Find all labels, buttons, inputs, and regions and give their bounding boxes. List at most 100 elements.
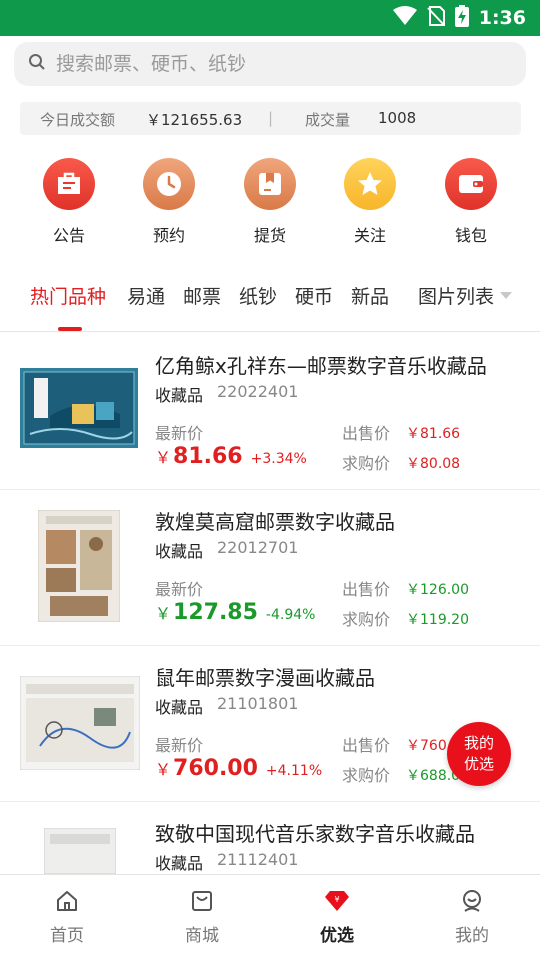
profile-icon <box>432 889 512 913</box>
search-bar[interactable] <box>14 42 526 86</box>
yen-symbol: ￥ <box>155 448 172 467</box>
product-item[interactable]: 致敬中国现代音乐家数字音乐收藏品 收藏品 21112401 <box>0 802 540 874</box>
latest-price-value: 81.66 <box>173 444 243 469</box>
buy-price: ￥119.20 <box>406 612 469 628</box>
quick-action-label: 预约 <box>152 226 185 245</box>
quick-action-label: 公告 <box>52 226 85 245</box>
view-toggle-dropdown[interactable]: 图片列表 <box>418 282 513 309</box>
star-icon <box>344 158 396 210</box>
tab-hot[interactable]: 热门品种 <box>30 282 106 309</box>
floating-button-line1: 我的 <box>463 734 494 752</box>
status-icons: 1:36 <box>392 5 526 31</box>
pickup-box-icon <box>244 158 296 210</box>
product-category: 收藏品 <box>155 542 204 561</box>
view-toggle-label: 图片列表 <box>418 286 495 308</box>
nav-label: 我的 <box>455 926 489 946</box>
latest-price-value: 760.00 <box>173 756 258 781</box>
stats-divider: | <box>268 109 274 127</box>
product-title: 敦煌莫高窟邮票数字收藏品 <box>155 510 395 534</box>
quick-action-wallet[interactable]: 钱包 <box>441 158 501 246</box>
quick-action-announcement[interactable]: 公告 <box>39 158 99 246</box>
wifi-icon <box>392 6 417 30</box>
tab-active-indicator <box>58 327 82 331</box>
shop-bag-icon <box>162 889 242 913</box>
latest-price: ￥ 760.00 +4.11% <box>155 756 322 781</box>
price-change: +4.11% <box>265 763 323 779</box>
market-stats-bar: 今日成交额 ￥121655.63 | 成交量 1008 <box>20 102 521 135</box>
buy-price-label: 求购价 <box>342 610 391 629</box>
buy-price-label: 求购价 <box>342 766 391 785</box>
category-tabs: 热门品种 易通 邮票 纸钞 硬币 新品 图片列表 <box>0 268 540 332</box>
latest-price-label: 最新价 <box>155 424 204 443</box>
tab-yitong[interactable]: 易通 <box>127 282 165 309</box>
nav-home[interactable]: 首页 <box>27 889 107 946</box>
tab-new[interactable]: 新品 <box>351 282 389 309</box>
yen-symbol: ￥ <box>155 760 172 779</box>
quick-action-label: 提货 <box>253 226 286 245</box>
nav-label: 商城 <box>185 926 219 946</box>
quick-action-reservation[interactable]: 预约 <box>139 158 199 246</box>
nav-label: 首页 <box>50 926 84 946</box>
product-category: 收藏品 <box>155 854 204 873</box>
product-title: 致敬中国现代音乐家数字音乐收藏品 <box>155 822 475 846</box>
product-title: 亿角鲸x孔祥东—邮票数字音乐收藏品 <box>155 354 487 378</box>
sell-price: ￥81.66 <box>406 426 461 442</box>
search-input[interactable] <box>56 53 496 75</box>
home-icon <box>27 889 107 913</box>
volume-value: 1008 <box>378 109 417 127</box>
product-thumbnail <box>20 368 138 448</box>
nav-profile[interactable]: 我的 <box>432 889 512 946</box>
svg-text:¥: ¥ <box>334 895 339 904</box>
quick-action-label: 钱包 <box>454 226 487 245</box>
floating-button-line2: 优选 <box>463 755 494 773</box>
quick-action-label: 关注 <box>353 226 386 245</box>
nav-shop[interactable]: 商城 <box>162 889 242 946</box>
tab-banknotes[interactable]: 纸钞 <box>239 282 277 309</box>
turnover-label: 今日成交额 <box>40 111 116 129</box>
latest-price-value: 127.85 <box>173 600 258 625</box>
latest-price: ￥ 127.85 -4.94% <box>155 600 315 625</box>
product-category: 收藏品 <box>155 698 204 717</box>
quick-action-follow[interactable]: 关注 <box>340 158 400 246</box>
sell-price-label: 出售价 <box>342 736 391 755</box>
product-category: 收藏品 <box>155 386 204 405</box>
product-thumbnail <box>38 510 120 622</box>
my-selection-floating-button[interactable]: 我的 优选 <box>447 722 511 786</box>
status-time: 1:36 <box>478 7 526 29</box>
latest-price-label: 最新价 <box>155 580 204 599</box>
announcement-icon <box>43 158 95 210</box>
product-thumbnail <box>44 828 116 874</box>
product-title: 鼠年邮票数字漫画收藏品 <box>155 666 375 690</box>
tab-coins[interactable]: 硬币 <box>295 282 333 309</box>
product-code: 21112401 <box>217 850 299 869</box>
sell-price-label: 出售价 <box>342 580 391 599</box>
quick-action-pickup[interactable]: 提货 <box>240 158 300 246</box>
latest-price: ￥ 81.66 +3.34% <box>155 444 307 469</box>
volume-label: 成交量 <box>305 111 351 129</box>
product-code: 22022401 <box>217 382 299 401</box>
chevron-down-icon <box>500 292 513 299</box>
clock-icon <box>143 158 195 210</box>
sell-price: ￥126.00 <box>406 582 469 598</box>
price-change: +3.34% <box>250 451 307 467</box>
no-sim-icon <box>427 6 445 30</box>
price-change: -4.94% <box>265 607 316 623</box>
battery-charging-icon <box>454 5 469 31</box>
nav-featured[interactable]: ¥ 优选 <box>297 889 377 946</box>
product-item[interactable]: 亿角鲸x孔祥东—邮票数字音乐收藏品 收藏品 22022401 最新价 ￥ 81.… <box>0 334 540 490</box>
search-icon <box>28 53 46 75</box>
turnover-value: ￥121655.63 <box>146 111 243 129</box>
sell-price-label: 出售价 <box>342 424 391 443</box>
buy-price-label: 求购价 <box>342 454 391 473</box>
yen-symbol: ￥ <box>155 604 172 623</box>
tab-stamps[interactable]: 邮票 <box>183 282 221 309</box>
product-item[interactable]: 敦煌莫高窟邮票数字收藏品 收藏品 22012701 最新价 ￥ 127.85 -… <box>0 490 540 646</box>
product-thumbnail <box>20 676 140 770</box>
latest-price-label: 最新价 <box>155 736 204 755</box>
status-bar: 1:36 <box>0 0 540 36</box>
bottom-navigation: 首页 商城 ¥ 优选 我的 <box>0 874 540 960</box>
wallet-icon <box>445 158 497 210</box>
product-code: 21101801 <box>217 694 299 713</box>
nav-label: 优选 <box>320 926 354 946</box>
product-code: 22012701 <box>217 538 299 557</box>
